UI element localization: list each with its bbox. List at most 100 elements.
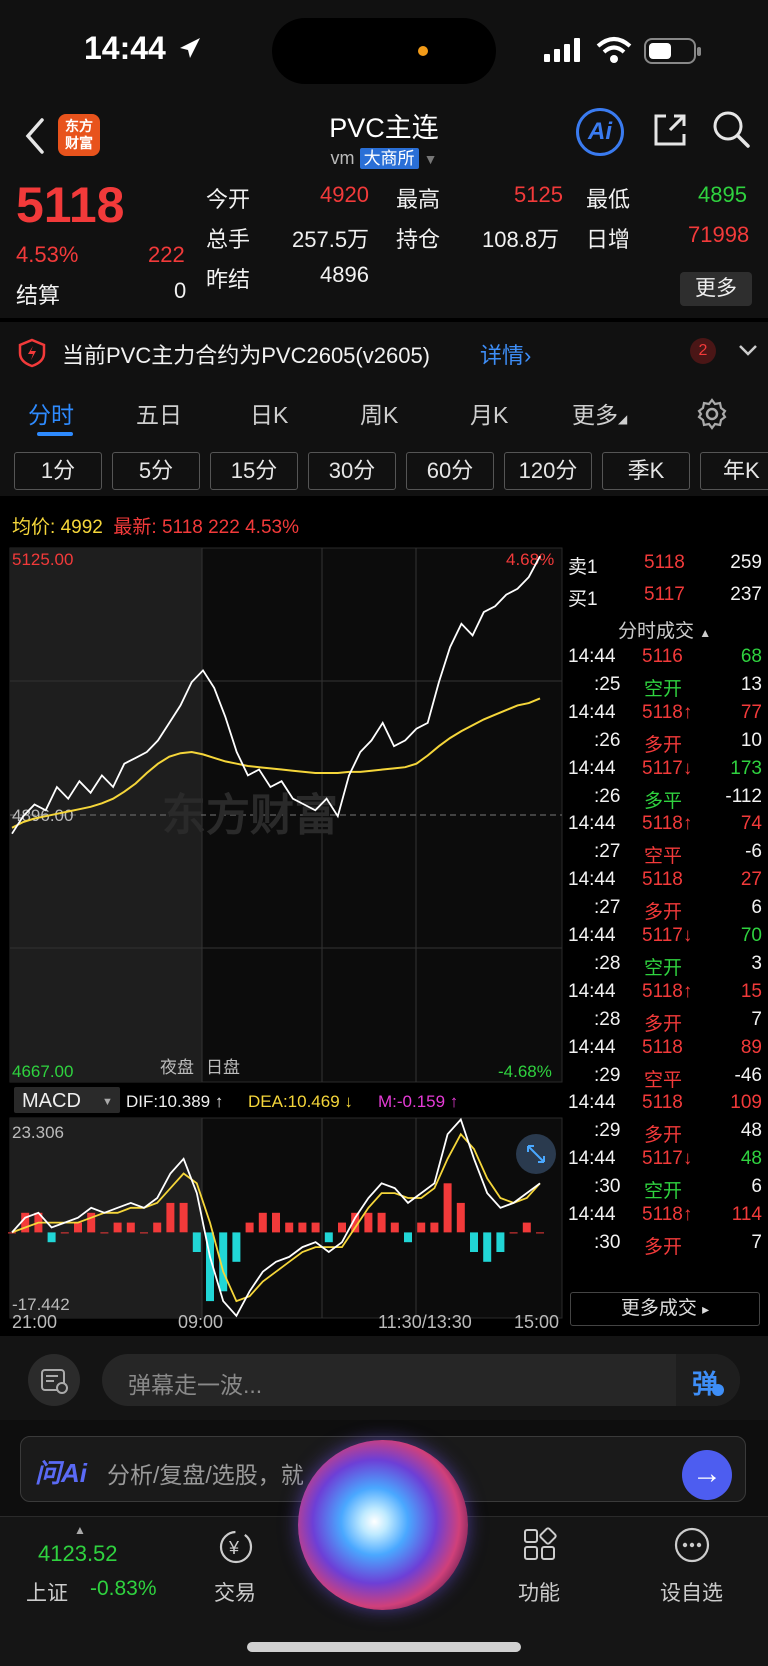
deal-time: :25 [594,673,621,695]
macd-bar [430,1222,439,1233]
trade-yen-icon: ¥ [219,1530,253,1564]
home-indicator[interactable] [247,1642,521,1652]
dynamic-island [272,18,496,84]
main-contract-notice[interactable]: 当前PVC主力合约为PVC2605(v2605) 详情› 2 [0,322,768,384]
corner-caret-icon: ◢ [618,412,628,426]
chart-tabs: 分时 五日 日K 周K 月K 更多◢ [0,384,768,440]
exchange-badge: 大商所 [359,148,419,169]
share-icon[interactable] [650,110,690,150]
deal-price: 空平 [644,1069,683,1091]
avg-label: 均价: [12,517,56,538]
price-max-label: 5125.00 [12,550,73,569]
danmu-placeholder: 弹幕走一波... [128,1372,263,1398]
prev-settle-value: 4896 [320,262,369,287]
x-tick-close: 15:00 [514,1312,560,1332]
prev-settle-label: 昨结 [206,267,251,292]
tab-weekly-k[interactable]: 周K [360,396,398,430]
deal-price: 5118↑ [642,980,693,1002]
more-stats-button[interactable]: 更多 [680,272,752,306]
macd-max-label: 23.306 [12,1123,64,1142]
period-15min[interactable]: 15分 [210,452,298,490]
price-info-line: 均价: 4992 最新: 5118 222 4.53% [12,512,299,539]
danmu-send-button[interactable]: 弹 [676,1354,740,1406]
index-value[interactable]: 4123.52 [38,1541,118,1567]
deal-price: 多开 [644,734,683,756]
more-deals-label: 更多成交 [620,1298,697,1319]
macd-bar [417,1222,426,1233]
siri-orb[interactable] [298,1440,468,1610]
deal-volume: 70 [740,925,762,946]
notice-detail-link[interactable]: 详情› [480,338,531,370]
deal-price: 空开 [644,1181,683,1203]
period-1min[interactable]: 1分 [14,452,102,490]
deal-time: :30 [594,1176,621,1198]
index-name: 上证 [26,1582,68,1605]
intraday-chart[interactable]: 东方财富 5125.00 4896.00 4667.00 4.68% -4.68… [0,540,568,1330]
deal-price: 5117↓ [642,925,693,946]
deal-price: 空开 [644,678,683,700]
location-icon [180,38,200,58]
period-120min[interactable]: 120分 [504,452,592,490]
settle-label: 结算 [16,283,61,308]
tab-trade[interactable]: 交易 [214,1577,256,1607]
tab-five-day[interactable]: 五日 [136,396,182,430]
deal-time: 14:44 [568,925,616,946]
battery-icon [644,38,701,64]
active-tab-underline [37,432,73,436]
deal-volume: -46 [734,1064,762,1086]
ai-submit-arrow-icon[interactable]: → [682,1450,732,1500]
ai-assistant-button[interactable]: Ai [576,108,624,156]
deal-time: 14:44 [568,757,616,779]
deal-time: 14:44 [568,1148,616,1170]
period-30min[interactable]: 30分 [308,452,396,490]
macd-bar [522,1222,531,1233]
ask-volume: 259 [730,552,762,573]
latest-pct: 4.53% [245,517,299,538]
pct-max-label: 4.68% [506,550,554,569]
period-60min[interactable]: 60分 [406,452,494,490]
indicator-label: MACD [22,1090,81,1112]
danmu-toggle-button[interactable] [28,1354,80,1406]
tab-daily-k[interactable]: 日K [250,396,288,430]
period-5min[interactable]: 5分 [112,452,200,490]
chevron-down-icon[interactable] [738,344,758,358]
search-icon[interactable] [710,108,752,150]
macd-bar [443,1183,452,1233]
macd-bar [456,1202,465,1233]
settings-gear-icon[interactable] [696,398,728,430]
macd-bar [496,1232,505,1252]
macd-bar [47,1232,56,1243]
more-deals-button[interactable]: 更多成交 ▸ [570,1292,760,1326]
deal-volume: -6 [745,841,762,863]
deal-volume: 89 [740,1036,762,1058]
tab-add-watchlist[interactable]: 设自选 [660,1577,723,1607]
tab-more[interactable]: 更多◢ [572,396,627,430]
tab-features[interactable]: 功能 [518,1577,560,1607]
period-year-k[interactable]: 年K [700,452,768,490]
macd-bar [311,1222,320,1233]
macd-bar [390,1222,399,1233]
deal-volume: 13 [740,673,762,695]
deal-volume: 68 [740,646,762,667]
deal-price: 5118 [642,1092,683,1114]
macd-bar [100,1232,109,1234]
tab-monthly-k[interactable]: 月K [470,396,508,430]
indicator-caret-icon: ▼ [102,1096,113,1108]
danmu-input[interactable]: 弹幕走一波... [102,1354,740,1406]
macd-bar [509,1232,518,1234]
deals-title[interactable]: 分时成交 ▲ [618,616,711,643]
index-percent: -0.83% [90,1577,157,1600]
deal-volume: 74 [740,813,762,835]
bid-volume: 237 [730,584,762,605]
tab-intraday[interactable]: 分时 [28,396,74,430]
low-value: 4895 [698,182,747,207]
deal-price: 多开 [644,1013,683,1035]
period-quarter-k[interactable]: 季K [602,452,690,490]
deal-price: 5118↑ [642,1204,693,1225]
macd-bar [113,1222,122,1233]
deal-time: 14:44 [568,1204,616,1225]
deal-price: 5117↓ [642,757,693,779]
shield-alert-icon [18,338,46,368]
deal-time: :29 [594,1064,621,1086]
deal-time: :30 [594,1231,621,1253]
